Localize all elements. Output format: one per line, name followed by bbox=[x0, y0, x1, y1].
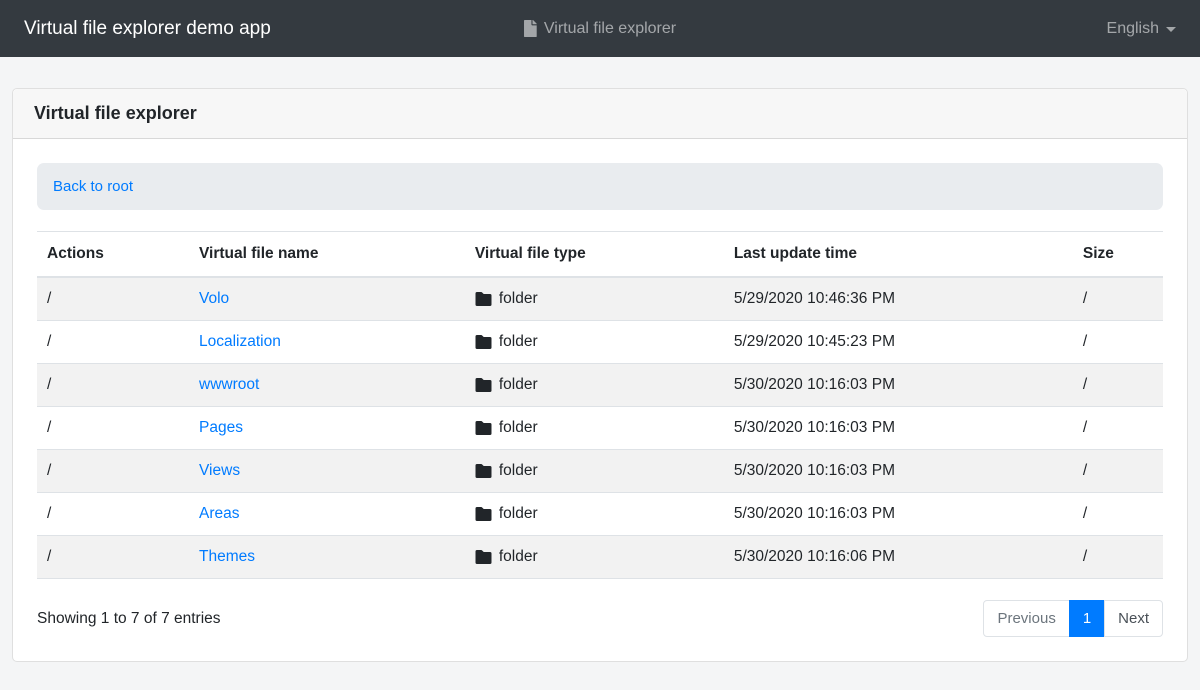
folder-icon bbox=[475, 335, 492, 349]
cell-actions: / bbox=[37, 536, 189, 579]
col-header-type: Virtual file type bbox=[465, 232, 724, 278]
file-name-link[interactable]: Areas bbox=[199, 505, 240, 522]
table-row: / wwwroot folder 5/30/2020 10:16:03 PM / bbox=[37, 364, 1163, 407]
cell-updated: 5/30/2020 10:16:03 PM bbox=[724, 450, 1073, 493]
cell-type-label: folder bbox=[499, 505, 538, 523]
file-name-link[interactable]: Pages bbox=[199, 419, 243, 436]
language-dropdown[interactable]: English bbox=[1107, 20, 1176, 38]
cell-updated: 5/30/2020 10:16:03 PM bbox=[724, 493, 1073, 536]
navbar-file-explorer-link[interactable]: Virtual file explorer bbox=[524, 20, 676, 38]
entries-summary: Showing 1 to 7 of 7 entries bbox=[37, 610, 221, 628]
col-header-updated: Last update time bbox=[724, 232, 1073, 278]
cell-type-label: folder bbox=[499, 548, 538, 566]
cell-size: / bbox=[1073, 450, 1163, 493]
folder-icon bbox=[475, 292, 492, 306]
file-explorer-card: Virtual file explorer Back to root Actio… bbox=[12, 88, 1188, 662]
pagination-page-1-button[interactable]: 1 bbox=[1069, 600, 1105, 637]
cell-updated: 5/29/2020 10:45:23 PM bbox=[724, 321, 1073, 364]
card-title: Virtual file explorer bbox=[13, 89, 1187, 139]
cell-actions: / bbox=[37, 364, 189, 407]
top-navbar: Virtual file explorer demo app Virtual f… bbox=[0, 0, 1200, 57]
folder-icon bbox=[475, 378, 492, 392]
table-row: / Pages folder 5/30/2020 10:16:03 PM / bbox=[37, 407, 1163, 450]
cell-type-label: folder bbox=[499, 419, 538, 437]
cell-actions: / bbox=[37, 493, 189, 536]
cell-size: / bbox=[1073, 364, 1163, 407]
navbar-center-label: Virtual file explorer bbox=[544, 20, 676, 38]
cell-size: / bbox=[1073, 277, 1163, 321]
cell-actions: / bbox=[37, 321, 189, 364]
cell-size: / bbox=[1073, 321, 1163, 364]
table-row: / Views folder 5/30/2020 10:16:03 PM / bbox=[37, 450, 1163, 493]
file-name-link[interactable]: Views bbox=[199, 462, 240, 479]
folder-icon bbox=[475, 550, 492, 564]
cell-updated: 5/30/2020 10:16:03 PM bbox=[724, 364, 1073, 407]
cell-type-label: folder bbox=[499, 290, 538, 308]
app-brand-link[interactable]: Virtual file explorer demo app bbox=[24, 18, 271, 40]
language-label: English bbox=[1107, 20, 1159, 38]
table-row: / Areas folder 5/30/2020 10:16:03 PM / bbox=[37, 493, 1163, 536]
breadcrumb-bar: Back to root bbox=[37, 163, 1163, 210]
card-body: Back to root Actions Virtual file name V… bbox=[13, 139, 1187, 661]
file-name-link[interactable]: wwwroot bbox=[199, 376, 259, 393]
table-footer: Showing 1 to 7 of 7 entries Previous 1 N… bbox=[37, 600, 1163, 637]
cell-size: / bbox=[1073, 493, 1163, 536]
table-row: / Themes folder 5/30/2020 10:16:06 PM / bbox=[37, 536, 1163, 579]
col-header-size: Size bbox=[1073, 232, 1163, 278]
file-name-link[interactable]: Volo bbox=[199, 290, 229, 307]
back-to-root-link[interactable]: Back to root bbox=[53, 178, 133, 195]
caret-down-icon bbox=[1166, 27, 1176, 32]
cell-updated: 5/30/2020 10:16:06 PM bbox=[724, 536, 1073, 579]
cell-updated: 5/30/2020 10:16:03 PM bbox=[724, 407, 1073, 450]
pagination-next-button[interactable]: Next bbox=[1104, 600, 1163, 637]
file-name-link[interactable]: Themes bbox=[199, 548, 255, 565]
cell-type-label: folder bbox=[499, 462, 538, 480]
file-table: Actions Virtual file name Virtual file t… bbox=[37, 231, 1163, 579]
table-row: / Volo folder 5/29/2020 10:46:36 PM / bbox=[37, 277, 1163, 321]
col-header-name: Virtual file name bbox=[189, 232, 465, 278]
file-icon bbox=[524, 20, 537, 37]
folder-icon bbox=[475, 464, 492, 478]
cell-actions: / bbox=[37, 277, 189, 321]
cell-actions: / bbox=[37, 407, 189, 450]
cell-updated: 5/29/2020 10:46:36 PM bbox=[724, 277, 1073, 321]
table-header-row: Actions Virtual file name Virtual file t… bbox=[37, 232, 1163, 278]
pagination: Previous 1 Next bbox=[983, 600, 1163, 637]
cell-type-label: folder bbox=[499, 333, 538, 351]
folder-icon bbox=[475, 507, 492, 521]
table-row: / Localization folder 5/29/2020 10:45:23… bbox=[37, 321, 1163, 364]
page-content: Virtual file explorer Back to root Actio… bbox=[0, 57, 1200, 662]
cell-actions: / bbox=[37, 450, 189, 493]
file-name-link[interactable]: Localization bbox=[199, 333, 281, 350]
cell-size: / bbox=[1073, 536, 1163, 579]
cell-size: / bbox=[1073, 407, 1163, 450]
cell-type-label: folder bbox=[499, 376, 538, 394]
folder-icon bbox=[475, 421, 492, 435]
pagination-previous-button[interactable]: Previous bbox=[983, 600, 1069, 637]
col-header-actions: Actions bbox=[37, 232, 189, 278]
